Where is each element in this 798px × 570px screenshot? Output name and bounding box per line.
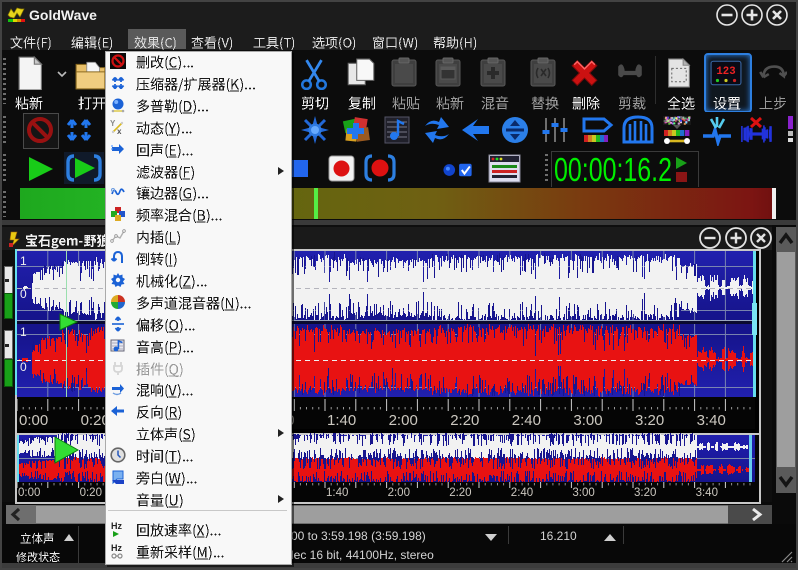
svg-text:Y: Y [110,119,116,128]
svg-text:Hz: Hz [111,521,122,531]
svg-text:Hz: Hz [111,543,122,553]
